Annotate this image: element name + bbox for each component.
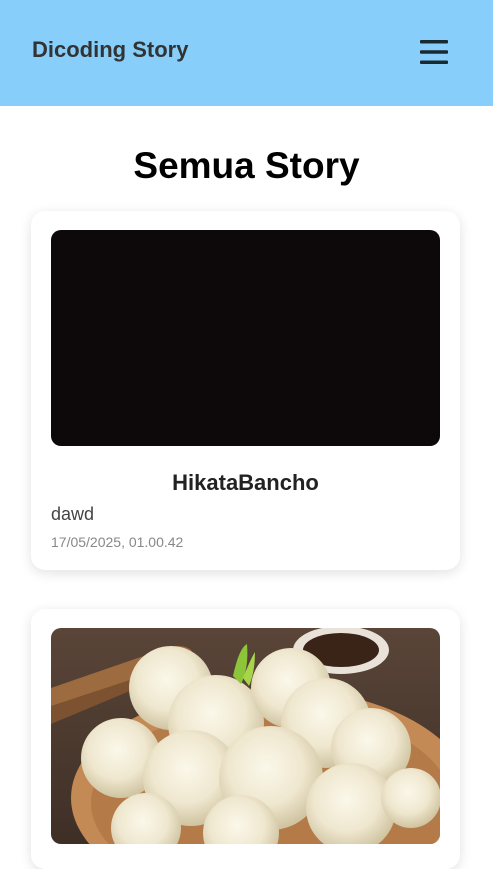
story-image [51, 230, 440, 446]
story-card[interactable] [31, 609, 460, 869]
hamburger-icon [420, 40, 448, 64]
story-description: dawd [51, 504, 95, 524]
story-card[interactable]: HikataBancho dawd 17/05/2025, 01.00.42 [31, 211, 460, 570]
menu-button[interactable] [414, 32, 454, 72]
app-header: Dicoding Story [0, 0, 493, 106]
brand-title[interactable]: Dicoding Story [32, 37, 188, 63]
story-image [51, 628, 440, 844]
story-date: 17/05/2025, 01.00.42 [51, 534, 184, 550]
food-photo [51, 628, 440, 844]
page-title: Semua Story [133, 145, 360, 186]
story-name: HikataBancho [172, 470, 319, 495]
